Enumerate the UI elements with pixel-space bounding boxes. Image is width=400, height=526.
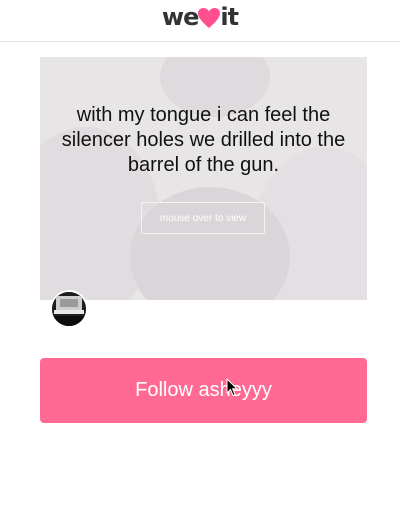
avatar[interactable] [50,290,88,328]
weheartit-logo[interactable]: we it [0,4,400,30]
header: we it [0,0,400,42]
image-card[interactable]: with my tongue i can feel the silencer h… [40,57,367,300]
heart-icon [197,7,221,29]
mouse-cursor-icon [226,377,239,402]
mouse-over-button[interactable]: mouse over to view [141,202,265,234]
logo-suffix: it [220,3,239,31]
quote-text: with my tongue i can feel the silencer h… [61,104,346,176]
avatar-image [52,292,86,326]
logo-prefix: we [161,3,199,31]
follow-button[interactable]: Follow asheyyy [40,358,367,423]
